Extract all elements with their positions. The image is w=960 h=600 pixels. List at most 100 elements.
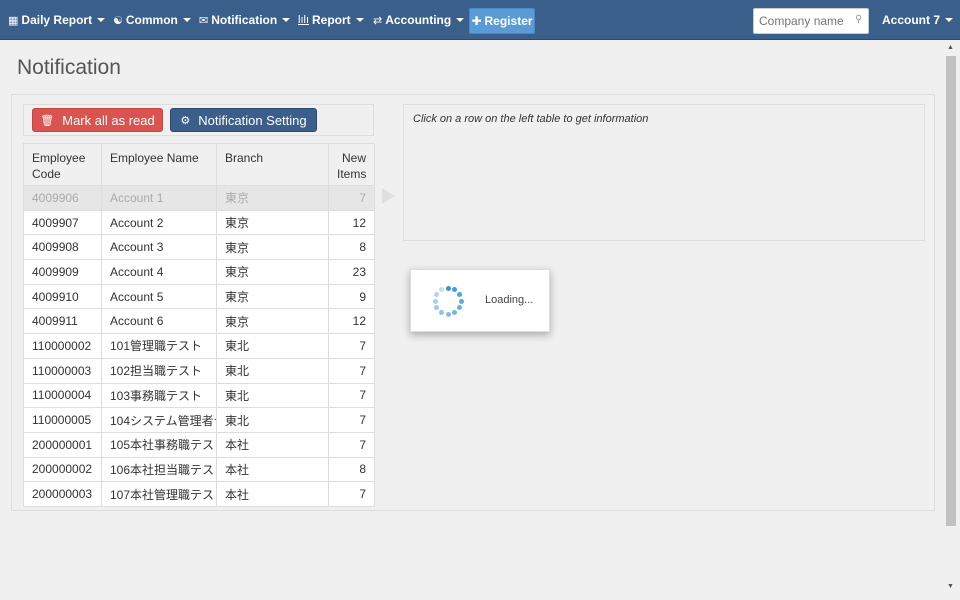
table-row[interactable]: 110000005 104システム管理者テ 東北 7 <box>23 407 375 433</box>
table-row[interactable]: 110000002 101管理職テスト 東北 7 <box>23 333 375 359</box>
nav-report[interactable]: lılı Report <box>298 0 364 40</box>
account-label: Account 7 <box>882 13 941 27</box>
spinner-dot <box>458 298 464 304</box>
chevron-down-icon <box>282 18 291 22</box>
cell-employee-name: Account 4 <box>101 259 217 285</box>
cell-branch: 本社 <box>216 431 329 458</box>
cell-employee-name: 104システム管理者テ <box>101 407 217 433</box>
table-row[interactable]: 200000002 106本社担当職テスト 本社 8 <box>23 456 375 483</box>
cell-employee-name: Account 3 <box>101 234 217 261</box>
nav-accounting[interactable]: ⇄ Accounting <box>373 0 465 40</box>
scroll-down-arrow-icon[interactable]: ▼ <box>947 583 954 590</box>
cell-employee-name: Account 1 <box>101 185 217 211</box>
gear-icon: ⚙ <box>180 114 191 127</box>
table-row[interactable]: 4009910 Account 5 東京 9 <box>23 283 375 310</box>
cell-employee-code: 4009911 <box>23 308 102 335</box>
cell-new-items: 7 <box>328 333 375 359</box>
cell-branch: 東北 <box>216 407 329 433</box>
table-row[interactable]: 4009909 Account 4 東京 23 <box>23 259 375 285</box>
table-row[interactable]: 200000001 105本社事務職テスト 本社 7 <box>23 431 375 458</box>
cell-branch: 本社 <box>216 481 329 507</box>
cell-branch: 東北 <box>216 382 329 409</box>
nav-common-label: Common <box>125 13 178 27</box>
cell-employee-code: 110000002 <box>23 333 102 359</box>
cell-employee-name: 103事務職テスト <box>101 382 217 409</box>
cell-new-items: 12 <box>328 209 375 236</box>
cell-employee-code: 4009907 <box>23 209 102 236</box>
cell-employee-code: 110000004 <box>23 382 102 409</box>
spinner-dot <box>434 292 440 297</box>
nav-notification[interactable]: ✉ Notification <box>199 0 291 40</box>
cell-branch: 東京 <box>216 185 329 211</box>
cell-new-items: 7 <box>328 382 375 409</box>
table-row[interactable]: 200000003 107本社管理職テスト 本社 7 <box>23 481 375 507</box>
spinner-dot <box>432 298 438 304</box>
column-header-employee-code[interactable]: Employee Code <box>23 143 102 186</box>
column-header-branch[interactable]: Branch <box>216 143 329 186</box>
notification-setting-button[interactable]: ⚙ Notification Setting <box>170 108 317 132</box>
spinner-dot <box>456 292 462 297</box>
cell-employee-code: 4009908 <box>23 234 102 261</box>
mark-all-read-button[interactable]: 🗑 Mark all as read <box>32 108 163 132</box>
account-menu[interactable]: Account 7 <box>882 0 954 40</box>
cell-employee-name: 101管理職テスト <box>101 333 217 359</box>
table-row[interactable]: 4009908 Account 3 東京 8 <box>23 234 375 261</box>
spinner-dot <box>456 305 462 310</box>
register-button[interactable]: ✚ Register <box>469 8 535 34</box>
loading-text: Loading... <box>485 294 534 306</box>
cell-branch: 東北 <box>216 357 329 384</box>
table-row[interactable]: 110000004 103事務職テスト 東北 7 <box>23 382 375 409</box>
nav-common[interactable]: ☯ Common <box>113 0 191 40</box>
spinner-dot <box>445 285 451 291</box>
cell-branch: 東北 <box>216 333 329 359</box>
scrollbar-thumb[interactable] <box>946 56 956 526</box>
scroll-up-arrow-icon[interactable]: ▲ <box>947 44 954 51</box>
nav-report-label: Report <box>312 13 351 27</box>
cell-employee-name: Account 6 <box>101 308 217 335</box>
cell-employee-code: 4009910 <box>23 283 102 310</box>
cell-employee-code: 110000005 <box>23 407 102 433</box>
calendar-icon: ▦ <box>8 14 19 27</box>
selected-row-arrow-icon <box>382 188 395 204</box>
spinner-dot <box>439 309 444 315</box>
cell-employee-name: Account 5 <box>101 283 217 310</box>
table-row[interactable]: 4009911 Account 6 東京 12 <box>23 308 375 335</box>
table-row[interactable]: 4009906 Account 1 東京 7 <box>23 185 375 211</box>
employee-table: Employee Code Employee Name Branch New I… <box>23 143 375 507</box>
table-body: 4009906 Account 1 東京 7 4009907 Account 2 東京 12 4… <box>23 185 375 507</box>
detail-hint-text: Click on a row on the left table to get … <box>413 113 649 125</box>
mark-all-read-label: Mark all as read <box>62 112 155 128</box>
cell-branch: 東京 <box>216 283 329 310</box>
nav-notification-label: Notification <box>211 13 278 27</box>
users-icon: ☯ <box>113 14 123 27</box>
table-row[interactable]: 110000003 102担当職テスト 東北 7 <box>23 357 375 384</box>
chevron-down-icon <box>355 18 364 22</box>
table-row[interactable]: 4009907 Account 2 東京 12 <box>23 209 375 236</box>
cell-new-items: 12 <box>328 308 375 335</box>
cell-new-items: 8 <box>328 234 375 261</box>
plus-icon: ✚ <box>471 14 482 28</box>
column-header-new-items[interactable]: New Items <box>328 143 375 186</box>
nav-daily-report[interactable]: ▦ Daily Report <box>8 0 106 40</box>
chevron-down-icon <box>97 18 106 22</box>
cell-employee-code: 200000002 <box>23 456 102 483</box>
trash-icon: 🗑 <box>40 114 55 127</box>
cell-employee-name: 105本社事務職テスト <box>101 431 217 458</box>
cell-branch: 東京 <box>216 259 329 285</box>
cell-new-items: 7 <box>328 431 375 458</box>
table-header-row: Employee Code Employee Name Branch New I… <box>23 143 375 186</box>
column-header-employee-name[interactable]: Employee Name <box>101 143 217 186</box>
top-navbar: ▦ Daily Report ☯ Common ✉ Notification l… <box>0 0 960 40</box>
cell-employee-code: 110000003 <box>23 357 102 384</box>
cell-branch: 東京 <box>216 209 329 236</box>
detail-info-panel: Click on a row on the left table to get … <box>403 104 925 241</box>
bar-chart-icon: lılı <box>298 14 309 26</box>
cell-employee-name: Account 2 <box>101 209 217 236</box>
cell-new-items: 7 <box>328 481 375 507</box>
chevron-down-icon <box>945 18 954 22</box>
company-search-input[interactable] <box>753 8 869 34</box>
cell-new-items: 8 <box>328 456 375 483</box>
spinner-dot <box>445 311 451 317</box>
cell-employee-code: 4009906 <box>23 185 102 211</box>
cell-employee-name: 106本社担当職テスト <box>101 456 217 483</box>
